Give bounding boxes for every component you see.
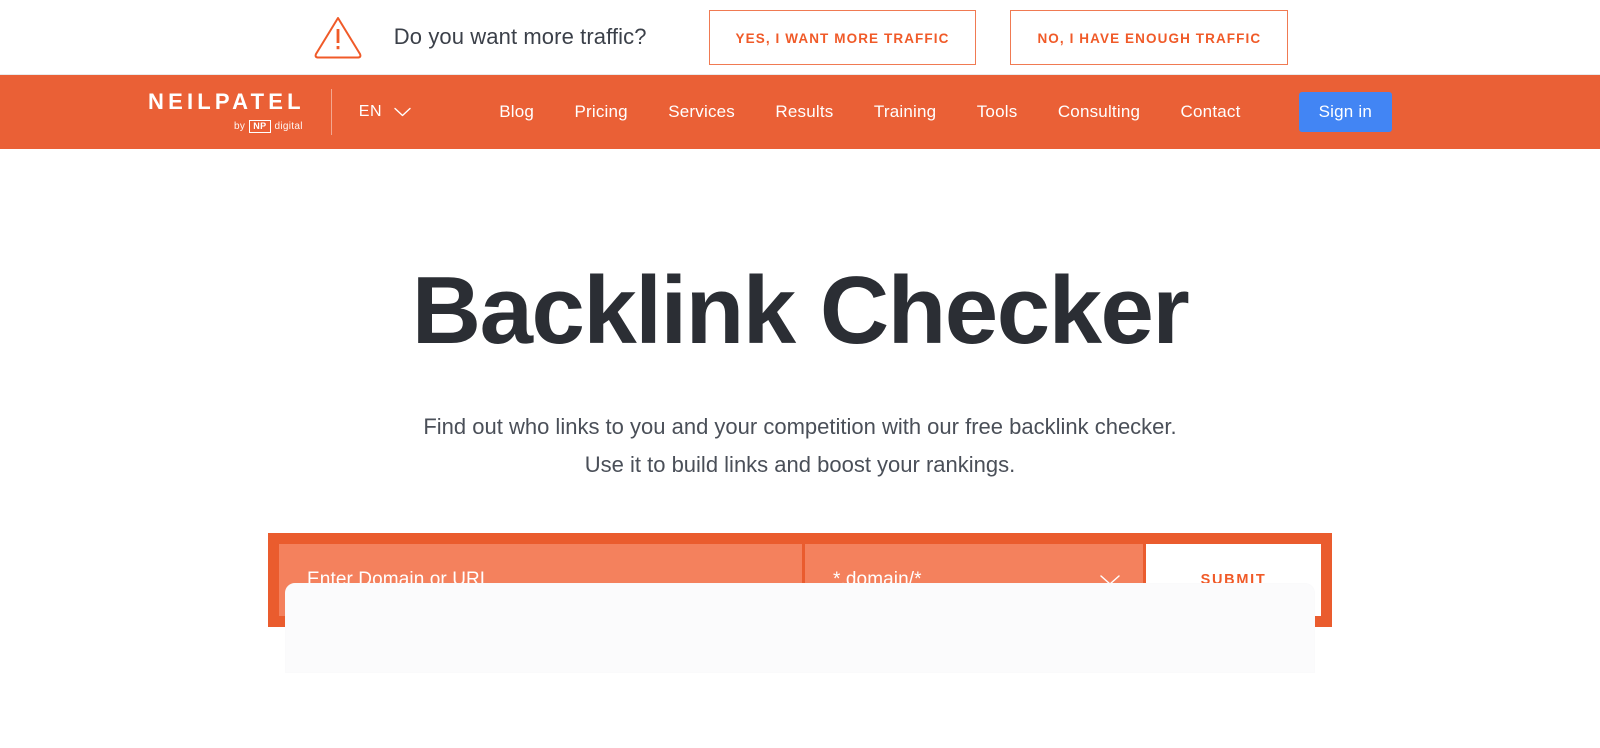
language-selector[interactable]: EN: [359, 103, 411, 121]
language-selector-label: EN: [358, 103, 383, 120]
nav-link-contact[interactable]: Contact: [1181, 102, 1241, 122]
nav-links: Blog Pricing Services Results Training T…: [499, 102, 1240, 122]
nav-link-results[interactable]: Results: [775, 102, 833, 122]
nav-link-services[interactable]: Services: [668, 102, 735, 122]
nav-link-training[interactable]: Training: [874, 102, 936, 122]
results-panel-placeholder: [285, 583, 1315, 674]
sign-in-button[interactable]: Sign in: [1298, 92, 1392, 132]
main-navigation-bar: NEILPATEL by NP digital EN Blog Pricing …: [0, 75, 1600, 149]
brand-logo[interactable]: NEILPATEL by NP digital: [148, 91, 305, 133]
no-enough-traffic-button[interactable]: NO, I HAVE ENOUGH TRAFFIC: [1010, 9, 1289, 65]
brand-digital-text: digital: [274, 121, 303, 132]
hero-subtitle-line-2: Use it to build links and boost your ran…: [584, 451, 1016, 477]
brand-np-badge: NP: [249, 120, 271, 133]
nav-link-blog[interactable]: Blog: [499, 102, 534, 122]
nav-link-pricing[interactable]: Pricing: [574, 102, 627, 122]
promo-banner: Do you want more traffic? YES, I WANT MO…: [0, 0, 1600, 75]
brand-by-text: by: [234, 121, 246, 132]
page-title: Backlink Checker: [411, 257, 1190, 364]
brand-divider: [330, 89, 332, 135]
promo-question-text: Do you want more traffic?: [393, 24, 647, 49]
chevron-down-icon: [394, 107, 411, 117]
hero-section: Backlink Checker Find out who links to y…: [0, 257, 1600, 674]
nav-link-tools[interactable]: Tools: [977, 102, 1018, 122]
hero-subtitle-line-1: Find out who links to you and your compe…: [423, 413, 1177, 439]
yes-more-traffic-button[interactable]: YES, I WANT MORE TRAFFIC: [708, 9, 977, 65]
brand-name-text: NEILPATEL: [148, 89, 305, 114]
warning-triangle-icon: [314, 17, 362, 59]
nav-link-consulting[interactable]: Consulting: [1058, 102, 1140, 122]
hero-subtitle: Find out who links to you and your compe…: [0, 408, 1600, 484]
brand-tagline: by NP digital: [234, 120, 303, 133]
